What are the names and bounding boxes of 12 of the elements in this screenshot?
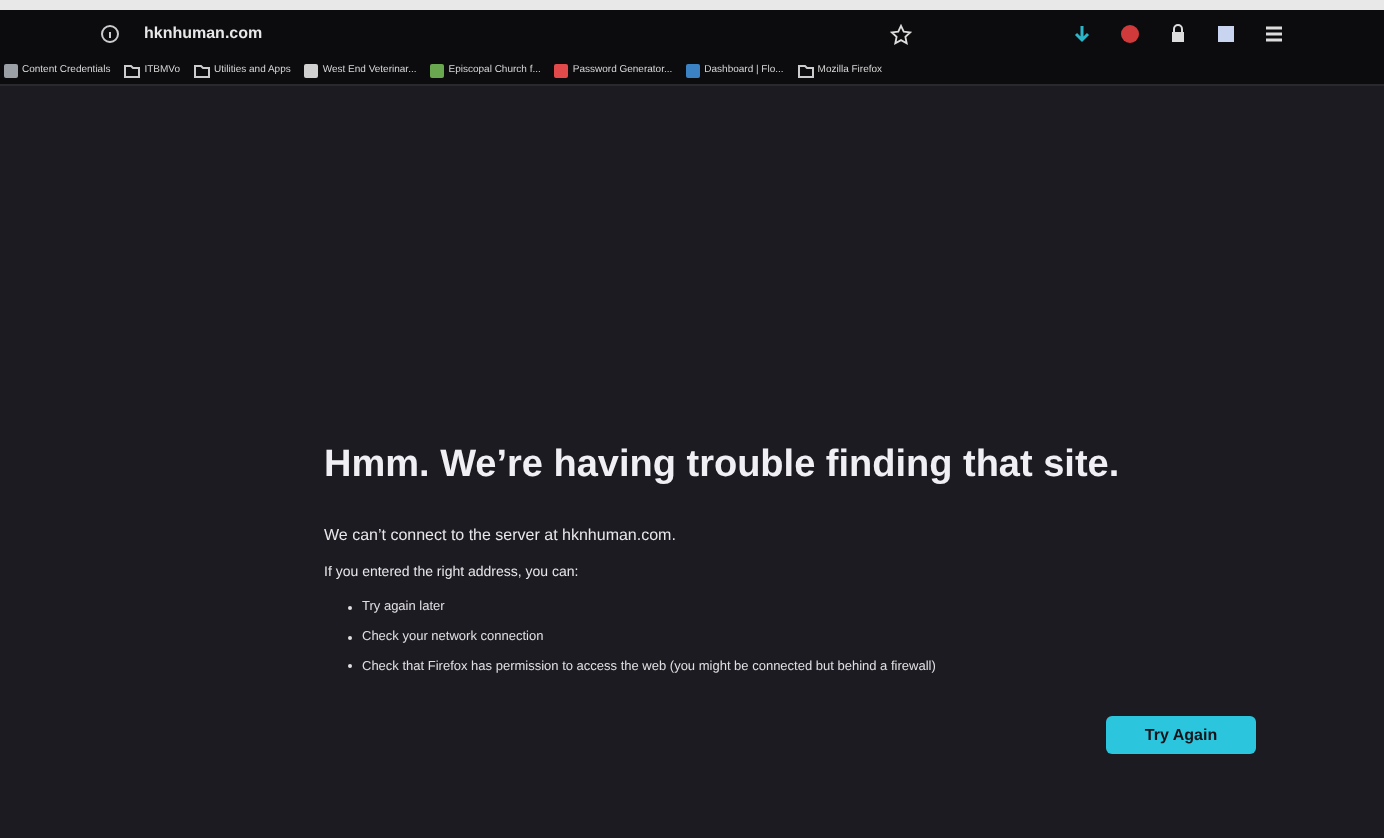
folder-icon — [194, 64, 210, 78]
try-again-button[interactable]: Try Again — [1106, 716, 1256, 755]
info-icon[interactable] — [100, 24, 120, 44]
lock-icon[interactable] — [1168, 24, 1188, 44]
address-bar-url[interactable]: hknhuman.com — [144, 22, 263, 46]
folder-icon — [797, 64, 814, 78]
download-icon[interactable] — [1072, 24, 1092, 44]
menu-icon[interactable] — [1264, 24, 1284, 44]
star-icon[interactable] — [890, 23, 912, 45]
error-heading: Hmm. We’re having trouble finding that site. — [324, 442, 1122, 490]
error-message: We can’t connect to the server at hknhuman.com. — [324, 523, 678, 547]
folder-icon — [124, 64, 141, 78]
